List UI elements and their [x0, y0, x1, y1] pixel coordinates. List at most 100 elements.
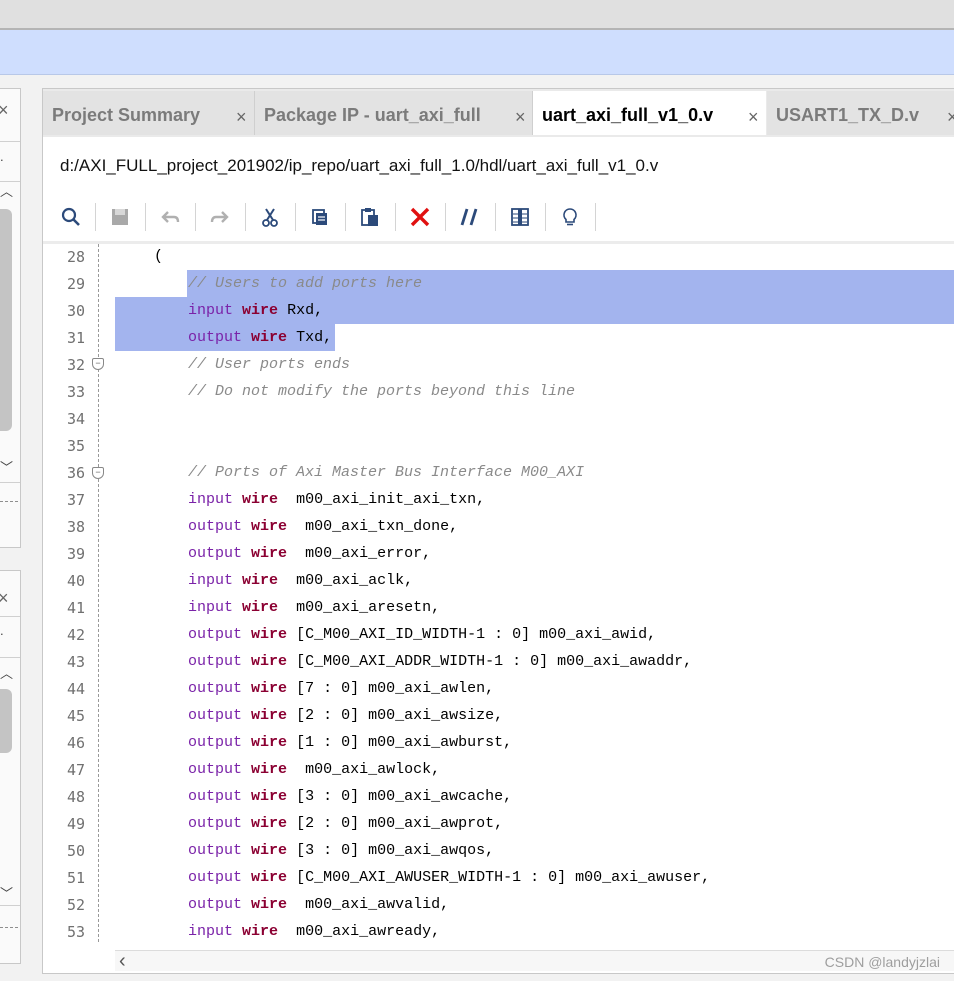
code-keyword: wire — [251, 788, 288, 805]
code-keyword: wire — [251, 626, 288, 643]
editor-tab-bar: Project Summary × Package IP - uart_axi_… — [43, 89, 954, 137]
toolbar-separator — [395, 203, 396, 231]
code-line[interactable]: input wire Rxd, — [188, 302, 323, 319]
vertical-scrollbar-thumb[interactable] — [0, 209, 12, 431]
code-line[interactable]: output wire [3 : 0] m00_axi_awqos, — [188, 842, 494, 859]
code-line[interactable]: output wire [C_M00_AXI_AWUSER_WIDTH-1 : … — [188, 869, 710, 886]
line-number: 38 — [66, 518, 85, 536]
tree-marker: . — [0, 149, 4, 164]
code-text: m00_axi_awready, — [287, 923, 441, 940]
close-icon[interactable]: × — [0, 101, 9, 119]
close-icon[interactable]: × — [0, 589, 9, 607]
scroll-up-icon[interactable]: ︿ — [0, 667, 13, 680]
line-number: 44 — [66, 680, 85, 698]
scroll-down-icon[interactable]: ﹀ — [0, 887, 13, 900]
code-text: [C_M00_AXI_ID_WIDTH-1 : 0] m00_axi_awid, — [296, 626, 657, 643]
code-text: [7 : 0] m00_axi_awlen, — [296, 680, 495, 697]
fold-toggle[interactable]: − — [92, 358, 104, 370]
code-keyword: wire — [242, 572, 279, 589]
paste-icon[interactable] — [354, 201, 386, 233]
code-keyword: wire — [251, 869, 288, 886]
editor-toolbar — [43, 197, 954, 237]
line-number: 40 — [66, 572, 85, 590]
vertical-scrollbar-thumb[interactable] — [0, 689, 12, 753]
code-line[interactable]: input wire m00_axi_aresetn, — [188, 599, 440, 616]
code-line[interactable]: output wire [3 : 0] m00_axi_awcache, — [188, 788, 512, 805]
code-line[interactable]: // Ports of Axi Master Bus Interface M00… — [188, 464, 584, 481]
code-text: m00_axi_awvalid, — [296, 896, 450, 913]
scroll-down-icon[interactable]: ﹀ — [0, 461, 13, 474]
copy-icon[interactable] — [304, 201, 336, 233]
code-line[interactable]: output wire m00_axi_txn_done, — [188, 518, 458, 535]
line-number: 39 — [66, 545, 85, 563]
code-keyword: input — [188, 923, 234, 940]
code-line[interactable]: output wire [C_M00_AXI_ADDR_WIDTH-1 : 0]… — [188, 653, 692, 670]
hint-icon[interactable] — [554, 201, 586, 233]
close-icon[interactable]: × — [947, 108, 954, 126]
code-line[interactable]: input wire m00_axi_aclk, — [188, 572, 413, 589]
line-number: 28 — [66, 248, 85, 266]
code-line[interactable]: input wire m00_axi_init_axi_txn, — [188, 491, 485, 508]
code-line[interactable]: output wire m00_axi_error, — [188, 545, 431, 562]
redo-icon[interactable] — [204, 201, 236, 233]
tab-usart1-tx-d[interactable]: USART1_TX_D.v × — [767, 91, 954, 135]
code-comment: // Ports of Axi Master Bus Interface M00… — [188, 464, 585, 481]
code-keyword: input — [188, 599, 234, 616]
code-line[interactable]: output wire [C_M00_AXI_ID_WIDTH-1 : 0] m… — [188, 626, 656, 643]
column-icon[interactable] — [504, 201, 536, 233]
code-text: m00_axi_txn_done, — [296, 518, 459, 535]
code-line[interactable]: ( — [154, 248, 163, 265]
tab-package-ip[interactable]: Package IP - uart_axi_full × — [255, 91, 533, 135]
cut-icon[interactable] — [254, 201, 286, 233]
code-line[interactable]: // User ports ends — [188, 356, 350, 373]
code-line[interactable]: output wire [2 : 0] m00_axi_awsize, — [188, 707, 503, 724]
code-keyword: output — [188, 653, 243, 670]
undo-icon[interactable] — [154, 201, 186, 233]
delete-icon[interactable] — [404, 201, 436, 233]
close-icon[interactable]: × — [515, 108, 526, 126]
code-text: m00_axi_aclk, — [287, 572, 414, 589]
code-line[interactable]: output wire m00_axi_awvalid, — [188, 896, 449, 913]
close-icon[interactable]: × — [748, 108, 759, 126]
code-keyword: wire — [251, 734, 288, 751]
code-line[interactable]: input wire m00_axi_awready, — [188, 923, 440, 940]
close-icon[interactable]: × — [236, 108, 247, 126]
divider — [0, 905, 20, 906]
code-line[interactable]: output wire [7 : 0] m00_axi_awlen, — [188, 680, 494, 697]
scroll-left-icon[interactable]: ‹ — [119, 950, 126, 973]
fold-toggle[interactable]: − — [92, 467, 104, 479]
divider — [0, 616, 20, 617]
code-keyword: wire — [251, 545, 288, 562]
code-keyword: wire — [251, 653, 288, 670]
line-number: 49 — [66, 815, 85, 833]
tab-project-summary[interactable]: Project Summary × — [43, 91, 255, 135]
code-keyword: wire — [251, 761, 288, 778]
scroll-up-icon[interactable]: ︿ — [0, 185, 13, 198]
code-editor-panel: Project Summary × Package IP - uart_axi_… — [42, 88, 954, 974]
line-number: 32 — [66, 356, 85, 374]
code-line[interactable]: output wire [2 : 0] m00_axi_awprot, — [188, 815, 503, 832]
code-line[interactable]: output wire m00_axi_awlock, — [188, 761, 440, 778]
flow-navigator-header — [0, 30, 954, 75]
line-number: 51 — [66, 869, 85, 887]
comment-icon[interactable] — [454, 201, 486, 233]
line-number: 41 — [66, 599, 85, 617]
code-line[interactable]: output wire [1 : 0] m00_axi_awburst, — [188, 734, 512, 751]
code-text: m00_axi_init_axi_txn, — [287, 491, 486, 508]
tab-label: Project Summary — [52, 105, 201, 125]
search-icon[interactable] — [55, 201, 87, 233]
code-line[interactable]: // Users to add ports here — [188, 275, 422, 292]
code-line[interactable]: output wire Txd, — [188, 329, 332, 346]
code-keyword: output — [188, 707, 243, 724]
code-keyword: output — [188, 626, 243, 643]
save-icon[interactable] — [104, 201, 136, 233]
tab-uart-axi-full-v1-0[interactable]: uart_axi_full_v1_0.v × — [533, 91, 766, 135]
code-keyword: wire — [251, 896, 288, 913]
line-number: 50 — [66, 842, 85, 860]
code-line[interactable]: // Do not modify the ports beyond this l… — [188, 383, 575, 400]
code-keyword: wire — [251, 329, 288, 346]
code-keyword: output — [188, 329, 243, 346]
code-comment: // Users to add ports here — [188, 275, 423, 292]
code-comment: // User ports ends — [188, 356, 351, 373]
divider — [0, 141, 20, 142]
